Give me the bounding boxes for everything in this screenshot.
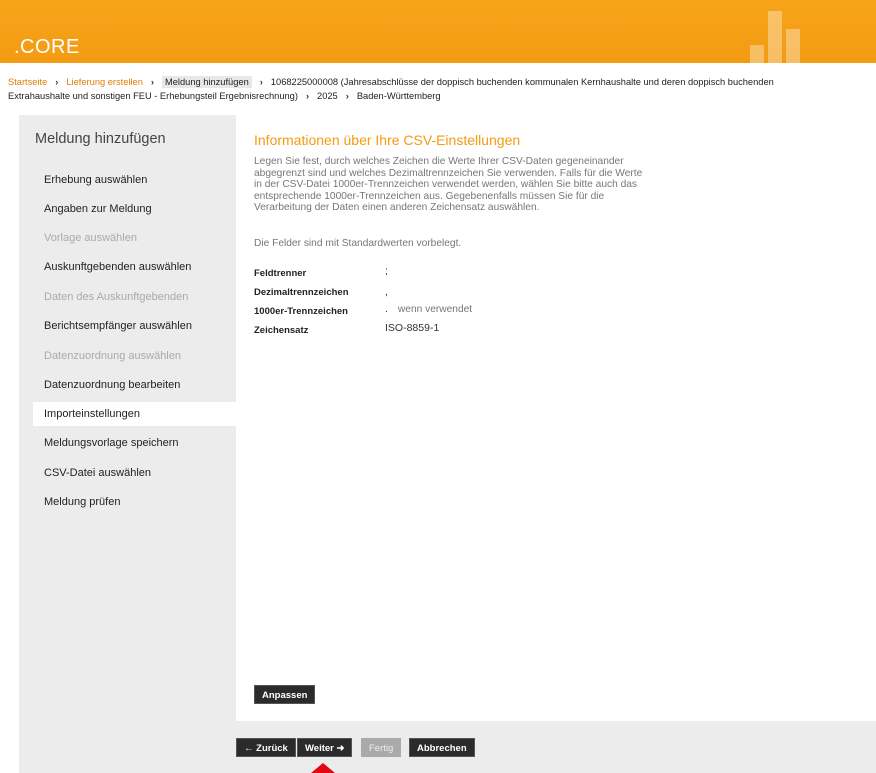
breadcrumb-survey-cont: Extrahaushalte und sonstigen FEU - Erheb… — [8, 91, 298, 101]
finish-button: Fertig — [361, 738, 402, 757]
hint-wenn-verwendet: wenn verwendet — [397, 304, 473, 315]
breadcrumb: Startseite › Lieferung erstellen › Meldung h… — [8, 76, 774, 101]
sidebar-item-daten-auskunftgebenden: Daten des Auskunftgebenden — [44, 291, 189, 303]
next-button[interactable]: Weiter ➜ — [297, 738, 353, 757]
page-description: Legen Sie fest, durch welches Zeichen di… — [254, 156, 643, 214]
value-tausendertrennzeichen: . wenn verwendet — [385, 303, 473, 315]
sidebar-item-erhebung[interactable]: Erhebung auswählen — [33, 168, 236, 192]
sidebar-item-vorlage: Vorlage auswählen — [44, 232, 137, 244]
value-dezimaltrennzeichen: , — [385, 286, 388, 298]
breadcrumb-home[interactable]: Startseite — [8, 77, 47, 87]
sidebar-item-auskunftgebenden[interactable]: Auskunftgebenden auswählen — [33, 255, 236, 279]
wizard-sidebar: Meldung hinzufügen Erhebung auswählen An… — [19, 115, 236, 773]
sidebar-item-datenzuordnung-auswaehlen: Datenzuordnung auswählen — [44, 350, 181, 362]
sidebar-item-angaben[interactable]: Angaben zur Meldung — [33, 197, 236, 221]
value-zeichensatz: ISO-8859-1 — [385, 322, 440, 334]
app-logo[interactable]: .CORE — [14, 36, 80, 59]
label-dezimaltrennzeichen: Dezimaltrennzeichen — [254, 287, 349, 298]
sidebar-item-importeinstellungen[interactable]: Importeinstellungen — [33, 402, 236, 426]
main-panel: Informationen über Ihre CSV-Einstellunge… — [236, 115, 876, 721]
app-header: .CORE — [0, 0, 876, 63]
value-feldtrenner: ; — [385, 265, 388, 277]
breadcrumb-current: Meldung hinzufügen — [162, 76, 252, 88]
back-button[interactable]: ← Zurück — [236, 738, 296, 757]
default-note: Die Felder sind mit Standardwerten vorbe… — [254, 238, 462, 249]
label-zeichensatz: Zeichensatz — [254, 325, 309, 336]
breadcrumb-survey: 1068225000008 (Jahresabschlüsse der dopp… — [270, 77, 774, 87]
sidebar-item-berichtsempfaenger[interactable]: Berichtsempfänger auswählen — [33, 314, 236, 338]
page-title: Informationen über Ihre CSV-Einstellunge… — [254, 132, 521, 148]
sidebar-title: Meldung hinzufügen — [35, 131, 166, 147]
cancel-button[interactable]: Abbrechen — [409, 738, 475, 757]
sidebar-item-meldungsvorlage[interactable]: Meldungsvorlage speichern — [33, 431, 236, 455]
adjust-button[interactable]: Anpassen — [254, 685, 316, 704]
sidebar-item-datenzuordnung-bearbeiten[interactable]: Datenzuordnung bearbeiten — [33, 373, 236, 397]
breadcrumb-lieferung[interactable]: Lieferung erstellen — [66, 77, 143, 87]
sidebar-item-meldung-pruefen[interactable]: Meldung prüfen — [33, 490, 236, 514]
label-feldtrenner: Feldtrenner — [254, 268, 307, 279]
brand-bars-icon — [750, 10, 810, 63]
breadcrumb-year: 2025 — [317, 91, 338, 101]
breadcrumb-state: Baden-Württemberg — [356, 91, 441, 101]
pointer-arrow-icon — [311, 763, 335, 773]
label-tausendertrennzeichen: 1000er-Trennzeichen — [254, 306, 348, 317]
sidebar-item-csv-datei[interactable]: CSV-Datei auswählen — [33, 461, 236, 485]
